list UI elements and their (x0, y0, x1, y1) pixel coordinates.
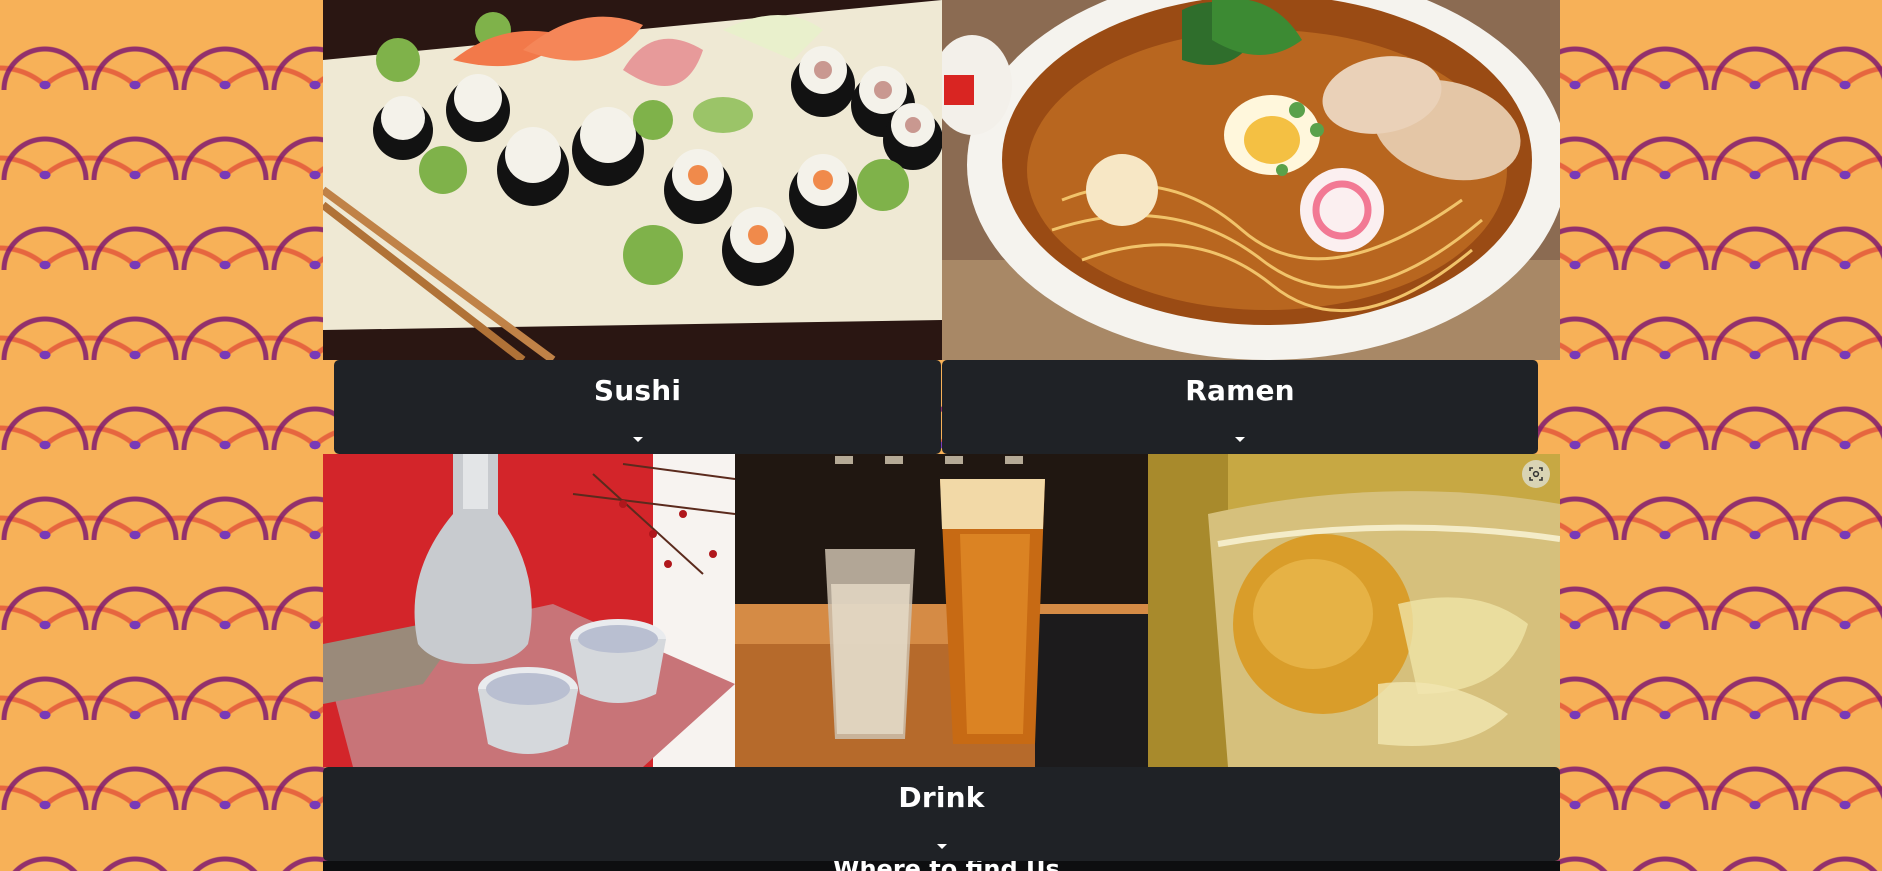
menu-content: Sushi Ramen Drink (323, 0, 1560, 871)
location-heading: Where to find Us (833, 861, 1060, 871)
caret-down-icon[interactable] (1235, 437, 1245, 442)
ramen-title: Ramen (1185, 374, 1295, 407)
caret-down-icon[interactable] (936, 844, 947, 849)
visual-search-icon[interactable] (1522, 460, 1550, 488)
ramen-panel[interactable]: Ramen (942, 360, 1538, 454)
sushi-panel[interactable]: Sushi (334, 360, 941, 454)
caret-down-icon[interactable] (632, 437, 643, 442)
location-section: Where to find Us (323, 861, 1560, 871)
sake-image (323, 454, 735, 767)
drink-title: Drink (898, 781, 985, 814)
beer-image (735, 454, 1148, 767)
umeshu-image (1148, 454, 1560, 767)
sushi-title: Sushi (593, 374, 682, 407)
ramen-image (942, 0, 1560, 360)
sushi-image (323, 0, 942, 360)
drink-panel[interactable]: Drink (323, 767, 1560, 861)
